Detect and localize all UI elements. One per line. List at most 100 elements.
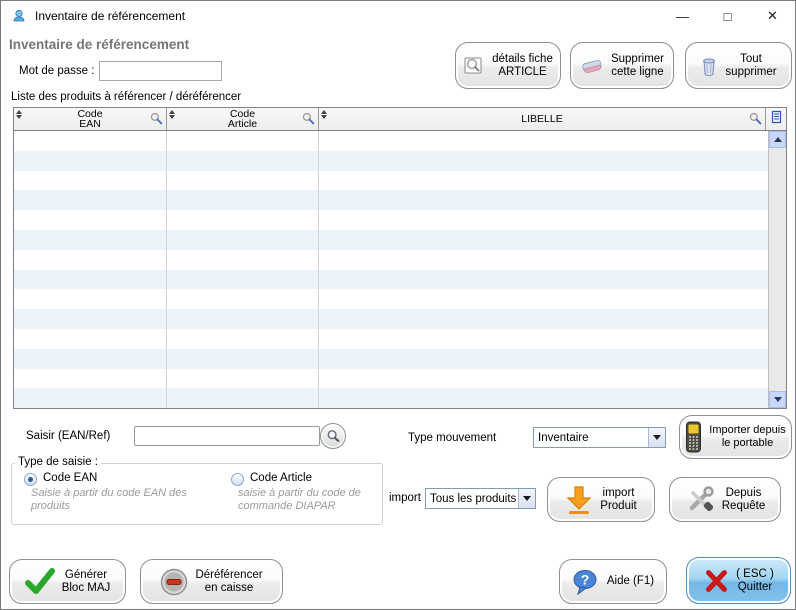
column-label-line: Article — [228, 119, 257, 130]
eraser-icon — [580, 58, 604, 74]
type-mouvement-label: Type mouvement — [408, 432, 496, 444]
trash-icon — [700, 55, 718, 77]
aide-button[interactable]: ? Aide (F1) — [559, 559, 667, 604]
import-label: import — [389, 492, 421, 504]
import-portable-button[interactable]: Importer depuis le portable — [679, 415, 792, 459]
titlebar: Inventaire de référencement — □ ✕ — [1, 1, 795, 31]
column-label: Code EAN — [77, 109, 102, 130]
table-row[interactable] — [14, 190, 769, 210]
close-button[interactable]: ✕ — [750, 1, 795, 31]
search-icon[interactable] — [150, 112, 163, 130]
password-input[interactable] — [99, 61, 222, 81]
depuis-requete-button[interactable]: Depuis Requête — [669, 477, 781, 522]
button-label: Depuis Requête — [722, 487, 765, 513]
password-label: Mot de passe : — [19, 65, 94, 77]
button-label-line: Générer — [62, 569, 111, 582]
saisir-label: Saisir (EAN/Ref) — [26, 430, 110, 442]
button-label: Déréférencer en caisse — [195, 569, 262, 595]
radio-code-ean[interactable] — [24, 473, 37, 486]
table-row[interactable] — [14, 250, 769, 270]
chevron-down-icon[interactable] — [518, 489, 535, 508]
table-row[interactable] — [14, 210, 769, 230]
button-label: Tout supprimer — [725, 53, 776, 79]
table-row[interactable] — [14, 369, 769, 389]
button-label-line: Produit — [600, 500, 636, 513]
red-x-icon — [703, 568, 729, 594]
table-row[interactable] — [14, 388, 769, 408]
button-label-line: en caisse — [195, 582, 262, 595]
button-label: Supprimer cette ligne — [611, 53, 664, 79]
chevron-down-icon[interactable] — [648, 428, 665, 447]
type-mouvement-select[interactable]: Inventaire — [533, 427, 666, 448]
table-row[interactable] — [14, 329, 769, 349]
button-label-line: Requête — [722, 500, 765, 513]
button-label: Générer Bloc MAJ — [62, 569, 111, 595]
search-button[interactable] — [320, 423, 346, 449]
radio-code-article[interactable] — [231, 473, 244, 486]
table-body — [14, 131, 769, 408]
radio-code-article-label[interactable]: Code Article — [250, 472, 312, 484]
handheld-terminal-icon — [685, 421, 702, 453]
products-table: Code EAN Code Article — [13, 107, 787, 409]
column-label-line: EAN — [79, 119, 101, 130]
minimize-button[interactable]: — — [660, 1, 705, 31]
saisir-input[interactable] — [134, 426, 320, 446]
list-label: Liste des produits à référencer / déréfé… — [11, 91, 241, 103]
button-label-line: import — [600, 487, 636, 500]
type-saisie-legend: Type de saisie : — [15, 456, 101, 468]
column-label-line: LIBELLE — [521, 114, 562, 125]
scroll-up-button[interactable] — [769, 131, 786, 148]
import-produit-button[interactable]: import Produit — [547, 477, 655, 522]
dereferencer-caisse-button[interactable]: Déréférencer en caisse — [140, 559, 283, 604]
import-select[interactable]: Tous les produits — [425, 488, 536, 509]
sort-icon — [169, 110, 175, 119]
page-title: Inventaire de référencement — [9, 37, 189, 52]
table-options-icon[interactable] — [770, 110, 782, 129]
tools-icon — [685, 485, 715, 515]
table-scrollbar[interactable] — [768, 131, 786, 408]
table-row[interactable] — [14, 289, 769, 309]
table-row[interactable] — [14, 309, 769, 329]
table-row[interactable] — [14, 270, 769, 290]
button-label-line: Déréférencer — [195, 569, 262, 582]
column-header-libelle[interactable]: LIBELLE — [319, 108, 766, 130]
svg-text:?: ? — [581, 571, 590, 587]
button-label-line: Tout — [725, 53, 776, 66]
button-label-line: supprimer — [725, 66, 776, 79]
table-row[interactable] — [14, 131, 769, 151]
table-row[interactable] — [14, 349, 769, 369]
search-icon — [326, 429, 340, 443]
table-row[interactable] — [14, 171, 769, 191]
column-header-code-article[interactable]: Code Article — [167, 108, 319, 130]
quitter-button[interactable]: ( ESC ) Quitter — [686, 557, 791, 604]
radio-code-ean-description: Saisie à partir du code EAN des produits — [31, 487, 206, 513]
chevron-up-icon — [774, 137, 782, 142]
document-magnifier-icon — [463, 55, 485, 77]
table-options-cell — [766, 108, 786, 130]
chevron-down-icon — [774, 397, 782, 402]
window-controls: — □ ✕ — [660, 1, 795, 31]
button-label-line: Bloc MAJ — [62, 582, 111, 595]
radio-code-ean-label[interactable]: Code EAN — [43, 472, 97, 484]
sort-icon — [321, 110, 327, 119]
table-row[interactable] — [14, 151, 769, 171]
button-label: détails fiche ARTICLE — [492, 53, 553, 79]
generer-bloc-maj-button[interactable]: Générer Bloc MAJ — [9, 559, 126, 604]
delete-line-button[interactable]: Supprimer cette ligne — [570, 42, 674, 89]
download-arrow-icon — [565, 485, 593, 515]
details-article-button[interactable]: détails fiche ARTICLE — [455, 42, 561, 89]
button-label-line: Depuis — [722, 487, 765, 500]
delete-all-button[interactable]: Tout supprimer — [685, 42, 792, 89]
column-header-code-ean[interactable]: Code EAN — [14, 108, 167, 130]
maximize-button[interactable]: □ — [705, 1, 750, 31]
table-rows — [14, 131, 769, 408]
button-label-line: Importer depuis — [709, 424, 785, 437]
scroll-down-button[interactable] — [769, 391, 786, 408]
button-label-line: Supprimer — [611, 53, 664, 66]
button-label-line: Aide (F1) — [607, 575, 654, 588]
button-label-line: le portable — [709, 437, 785, 450]
search-icon[interactable] — [749, 112, 762, 130]
table-row[interactable] — [14, 230, 769, 250]
help-bubble-icon: ? — [572, 569, 600, 595]
search-icon[interactable] — [302, 112, 315, 130]
